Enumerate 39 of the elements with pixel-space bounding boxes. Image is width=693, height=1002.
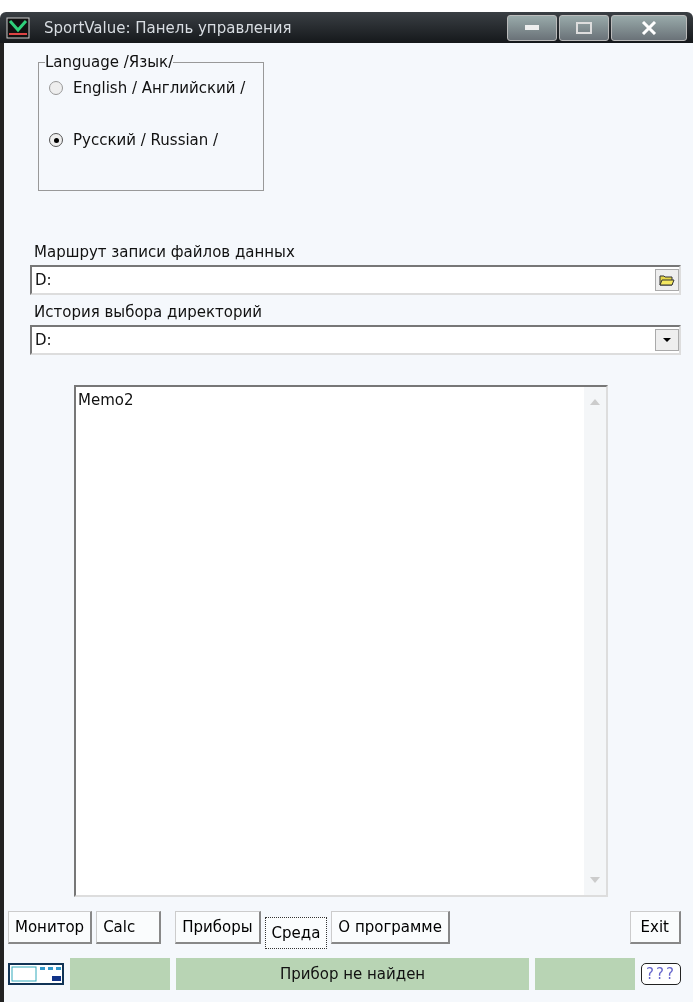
tab[interactable]: Приборы (175, 911, 261, 944)
history-dropdown[interactable]: D: (30, 325, 681, 355)
close-icon (641, 20, 657, 35)
group-legend: Language /Язык/ (45, 53, 174, 71)
caret-icon (663, 337, 671, 343)
field-value: D: (35, 271, 52, 289)
tab[interactable]: Calc (96, 911, 162, 944)
scroll-up-icon (590, 399, 600, 405)
scroll-down-icon (590, 877, 600, 883)
close-button[interactable] (611, 14, 687, 41)
field-label: Маршрут записи файлов данных (34, 243, 296, 261)
browse-button[interactable] (655, 269, 679, 291)
radio-circle[interactable] (49, 133, 63, 147)
minimize-button[interactable] (507, 14, 557, 41)
minimize-icon (525, 24, 539, 31)
folder-icon (659, 273, 675, 287)
maximize-button[interactable] (559, 14, 609, 41)
path-field[interactable]: D: (30, 265, 681, 295)
radio-label: Русский / Russian / (73, 131, 219, 149)
tab[interactable]: Среда (264, 917, 328, 949)
device-icon (8, 962, 64, 986)
window-title: SportValue: Панель управления (44, 18, 293, 37)
language-radio[interactable]: Русский / Russian / (49, 131, 253, 149)
tab[interactable]: О программе (331, 911, 450, 944)
status-message: Прибор не найден (176, 958, 530, 990)
memo-box[interactable]: Memo2 (74, 385, 608, 897)
monitor-icon (6, 16, 30, 39)
radio-circle[interactable] (49, 81, 63, 95)
dropdown-button[interactable] (655, 329, 679, 351)
language-radio[interactable]: English / Английский / (49, 79, 253, 97)
radio-label: English / Английский / (73, 79, 246, 97)
memo-text: Memo2 (77, 390, 135, 411)
maximize-icon (576, 21, 592, 34)
exit-button[interactable]: Exit (629, 911, 681, 944)
field-value: D: (35, 331, 52, 349)
field-label: История выбора директорий (34, 303, 263, 321)
scrollbar[interactable] (584, 387, 606, 895)
tab[interactable]: Монитор (8, 911, 93, 944)
help-button[interactable]: ??? (641, 963, 681, 985)
